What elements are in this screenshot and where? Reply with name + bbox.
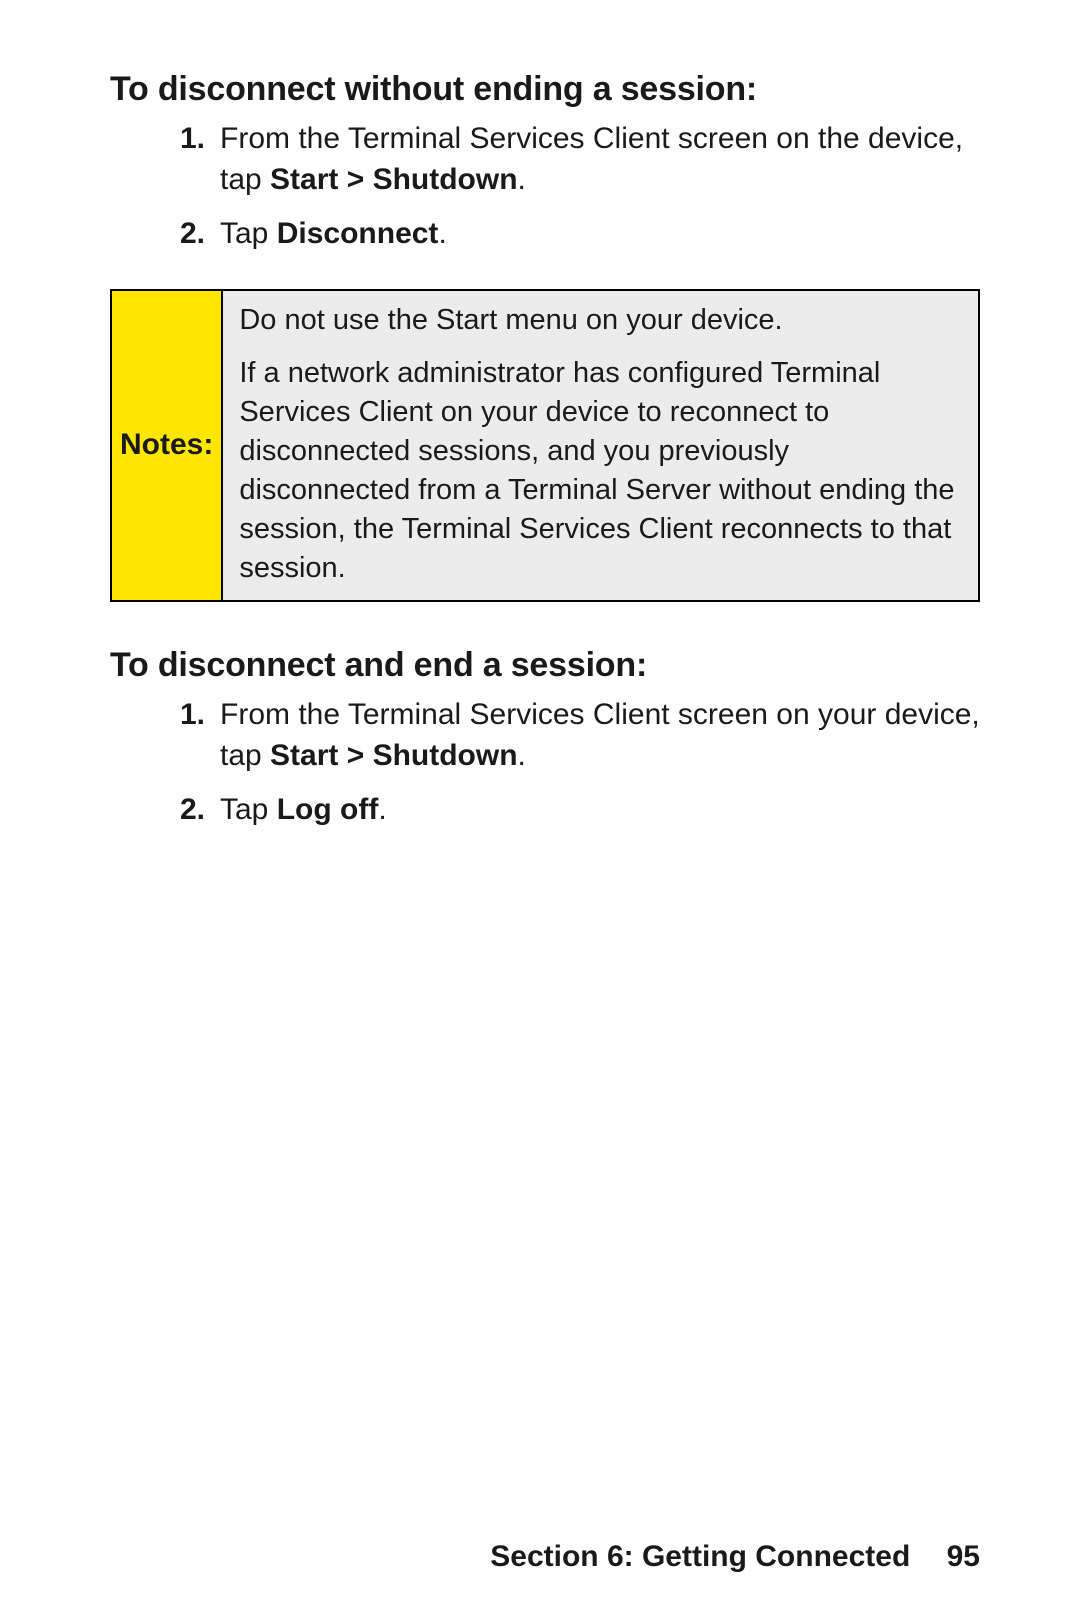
step-text-post: .: [378, 793, 386, 826]
step-1-1: 1. From the Terminal Services Client scr…: [180, 119, 980, 200]
step-number: 1.: [180, 119, 205, 160]
heading-disconnect-without-ending: To disconnect without ending a session:: [110, 70, 980, 109]
step-number: 1.: [180, 695, 205, 736]
step-text-pre: Tap: [220, 217, 277, 250]
step-text-post: .: [438, 217, 446, 250]
step-text-bold: Disconnect: [277, 217, 439, 250]
step-1-2: 2. Tap Disconnect.: [180, 214, 980, 255]
steps-list-1: 1. From the Terminal Services Client scr…: [110, 119, 980, 255]
notes-label: Notes:: [112, 291, 223, 601]
step-number: 2.: [180, 790, 205, 831]
footer-section-label: Section 6: Getting Connected: [490, 1540, 910, 1573]
step-number: 2.: [180, 214, 205, 255]
step-text-bold: Start > Shutdown: [270, 739, 518, 772]
step-text-bold: Start > Shutdown: [270, 163, 518, 196]
heading-disconnect-and-end: To disconnect and end a session:: [110, 646, 980, 685]
step-text-post: .: [518, 163, 526, 196]
notes-paragraph-1: Do not use the Start menu on your device…: [239, 301, 960, 340]
notes-paragraph-2: If a network administrator has configure…: [239, 354, 960, 589]
step-2-1: 1. From the Terminal Services Client scr…: [180, 695, 980, 776]
notes-body: Do not use the Start menu on your device…: [223, 291, 978, 601]
footer-page-number: 95: [947, 1540, 980, 1573]
steps-list-2: 1. From the Terminal Services Client scr…: [110, 695, 980, 831]
page-content: To disconnect without ending a session: …: [0, 0, 1080, 831]
page-footer: Section 6: Getting Connected 95: [490, 1540, 980, 1574]
notes-callout: Notes: Do not use the Start menu on your…: [110, 289, 980, 603]
step-text-post: .: [518, 739, 526, 772]
step-text-bold: Log off: [277, 793, 379, 826]
step-2-2: 2. Tap Log off.: [180, 790, 980, 831]
step-text-pre: Tap: [220, 793, 277, 826]
